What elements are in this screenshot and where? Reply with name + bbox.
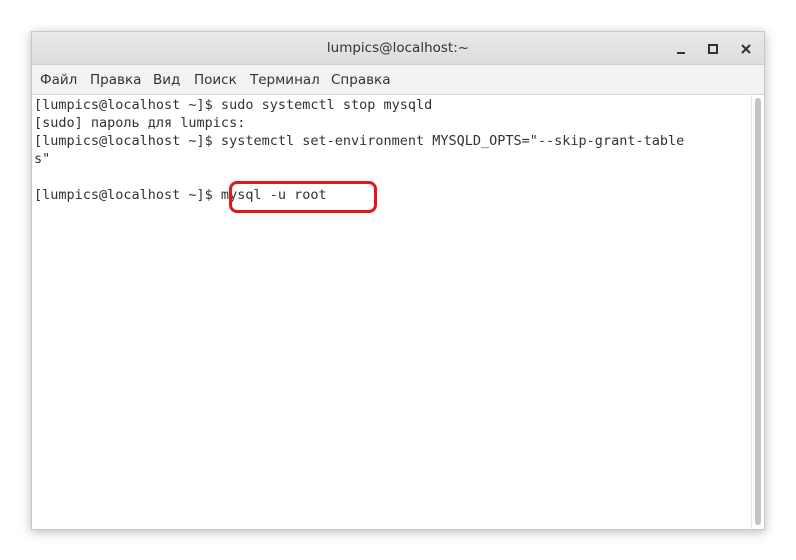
window-title: lumpics@localhost:~ [326,40,470,56]
menu-view[interactable]: Вид [153,65,180,95]
terminal-line: [lumpics@localhost ~]$ sudo systemctl st… [34,97,433,113]
maximize-icon [708,44,718,54]
scrollbar-thumb[interactable] [755,98,761,525]
minimize-icon [677,52,685,54]
terminal-line: [sudo] пароль для lumpics: [34,115,246,131]
menu-bar: Файл Правка Вид Поиск Терминал Справка [32,65,764,95]
close-icon [741,44,751,54]
close-button[interactable] [735,38,757,60]
menu-terminal[interactable]: Терминал [250,65,320,95]
vertical-scrollbar[interactable] [751,95,764,529]
title-bar[interactable]: lumpics@localhost:~ [32,32,764,65]
terminal-line: [lumpics@localhost ~]$ systemctl set-env… [34,133,685,149]
menu-help[interactable]: Справка [331,65,390,95]
terminal-output[interactable]: [lumpics@localhost ~]$ sudo systemctl st… [32,95,751,529]
maximize-button[interactable] [702,38,724,60]
menu-search[interactable]: Поиск [194,65,237,95]
terminal-line: s" [34,151,51,167]
menu-edit[interactable]: Правка [90,65,141,95]
minimize-button[interactable] [670,38,692,60]
command-highlight [229,181,377,213]
terminal-window: lumpics@localhost:~ Файл Правка Вид Поис… [31,31,765,530]
menu-file[interactable]: Файл [40,65,77,95]
